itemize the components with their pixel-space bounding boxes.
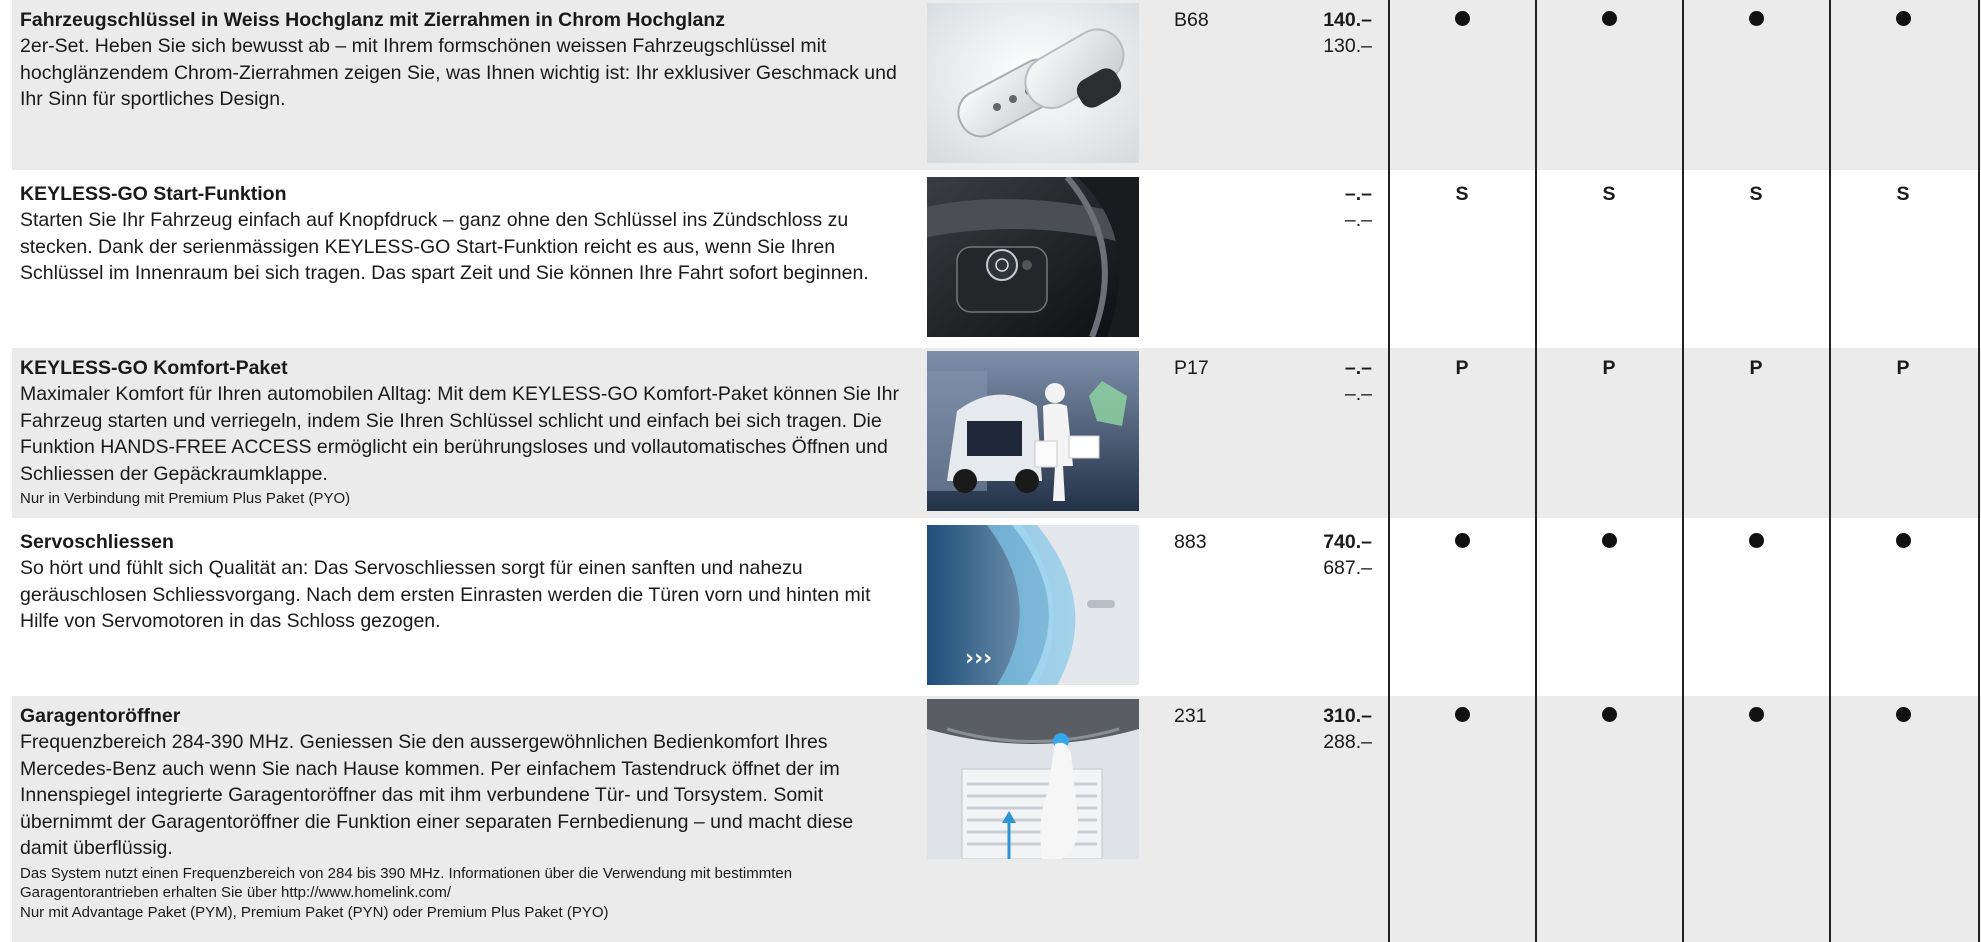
standard-dot-icon <box>1601 11 1617 27</box>
row-note: Nur mit Advantage Paket (PYM), Premium P… <box>20 903 609 921</box>
row-text: Garagentoröffner Frequenzbereich 284-390… <box>20 703 900 922</box>
row-title: Garagentoröffner <box>20 705 181 727</box>
price: –.– –.– <box>1260 355 1372 407</box>
row-description: Maximaler Komfort für Ihren automobilen … <box>20 383 899 485</box>
availability-col-1: P <box>1455 357 1469 379</box>
row-title: KEYLESS-GO Komfort-Paket <box>20 357 288 379</box>
row-description: So hört und fühlt sich Qualität an: Das … <box>20 557 871 632</box>
standard-dot-icon <box>1601 707 1617 723</box>
price-main: 310.– <box>1323 705 1372 727</box>
column-divider <box>1829 0 1831 942</box>
availability-col-3: P <box>1749 357 1763 379</box>
availability-col-2 <box>1536 529 1682 555</box>
availability-col-4 <box>1830 529 1976 555</box>
row-text: Servoschliessen So hört und fühlt sich Q… <box>20 529 900 635</box>
standard-dot-icon <box>1895 533 1911 549</box>
standard-dot-icon <box>1895 707 1911 723</box>
availability-col-4 <box>1830 703 1976 729</box>
standard-dot-icon <box>1601 533 1617 549</box>
price-main: 140.– <box>1323 9 1372 31</box>
start-button-image <box>927 177 1139 337</box>
price-main: –.– <box>1344 357 1372 379</box>
standard-dot-icon <box>1454 11 1470 27</box>
price: –.– –.– <box>1260 181 1372 233</box>
row-title: KEYLESS-GO Start-Funktion <box>20 183 287 205</box>
price: 140.– 130.– <box>1260 7 1372 59</box>
price-main: –.– <box>1344 183 1372 205</box>
availability-col-4: P <box>1896 357 1910 379</box>
row-text: KEYLESS-GO Start-Funktion Starten Sie Ih… <box>20 181 900 287</box>
availability-col-1 <box>1389 529 1535 555</box>
availability-col-4 <box>1830 7 1976 33</box>
column-divider <box>1535 0 1537 942</box>
price-secondary: –.– <box>1344 383 1372 405</box>
availability-col-3 <box>1683 7 1829 33</box>
price-main: 740.– <box>1323 531 1372 553</box>
option-code: 883 <box>1174 531 1207 553</box>
availability-col-1 <box>1389 703 1535 729</box>
row-description: Starten Sie Ihr Fahrzeug einfach auf Kno… <box>20 209 869 284</box>
price-secondary: –.– <box>1344 209 1372 231</box>
option-code: P17 <box>1174 357 1209 379</box>
availability-col-2: P <box>1602 357 1616 379</box>
garage-opener-image <box>927 699 1139 859</box>
row-note: Nur in Verbindung mit Premium Plus Paket… <box>20 490 351 507</box>
option-code: B68 <box>1174 9 1209 31</box>
standard-dot-icon <box>1454 707 1470 723</box>
standard-dot-icon <box>1454 533 1470 549</box>
availability-col-3 <box>1683 529 1829 555</box>
column-divider <box>1388 0 1390 942</box>
availability-col-2 <box>1536 703 1682 729</box>
price-secondary: 288.– <box>1323 731 1372 753</box>
white-car-keys-image <box>927 3 1139 163</box>
row-text: KEYLESS-GO Komfort-Paket Maximaler Komfo… <box>20 355 900 509</box>
row-description: Frequenzbereich 284-390 MHz. Geniessen S… <box>20 731 854 859</box>
availability-col-3 <box>1683 703 1829 729</box>
door-closing-image: ››› <box>927 525 1139 685</box>
availability-col-1 <box>1389 7 1535 33</box>
availability-col-2: S <box>1602 183 1616 205</box>
row-description: 2er-Set. Heben Sie sich bewusst ab – mit… <box>20 35 897 110</box>
svg-text:›››: ››› <box>965 646 992 671</box>
price-secondary: 130.– <box>1323 35 1372 57</box>
availability-col-2 <box>1536 7 1682 33</box>
availability-col-3: S <box>1749 183 1763 205</box>
price-secondary: 687.– <box>1323 557 1372 579</box>
row-title: Fahrzeugschlüssel in Weiss Hochglanz mit… <box>20 9 726 31</box>
availability-col-4: S <box>1896 183 1910 205</box>
hands-free-access-image <box>927 351 1139 511</box>
row-note: Das System nutzt einen Frequenzbereich v… <box>20 864 793 902</box>
column-divider <box>1682 0 1684 942</box>
price: 740.– 687.– <box>1260 529 1372 581</box>
option-code: 231 <box>1174 705 1207 727</box>
column-divider <box>1978 0 1980 942</box>
availability-col-1: S <box>1455 183 1469 205</box>
standard-dot-icon <box>1748 11 1764 27</box>
standard-dot-icon <box>1748 707 1764 723</box>
row-title: Servoschliessen <box>20 531 174 553</box>
standard-dot-icon <box>1748 533 1764 549</box>
price: 310.– 288.– <box>1260 703 1372 755</box>
row-text: Fahrzeugschlüssel in Weiss Hochglanz mit… <box>20 7 900 113</box>
standard-dot-icon <box>1895 11 1911 27</box>
